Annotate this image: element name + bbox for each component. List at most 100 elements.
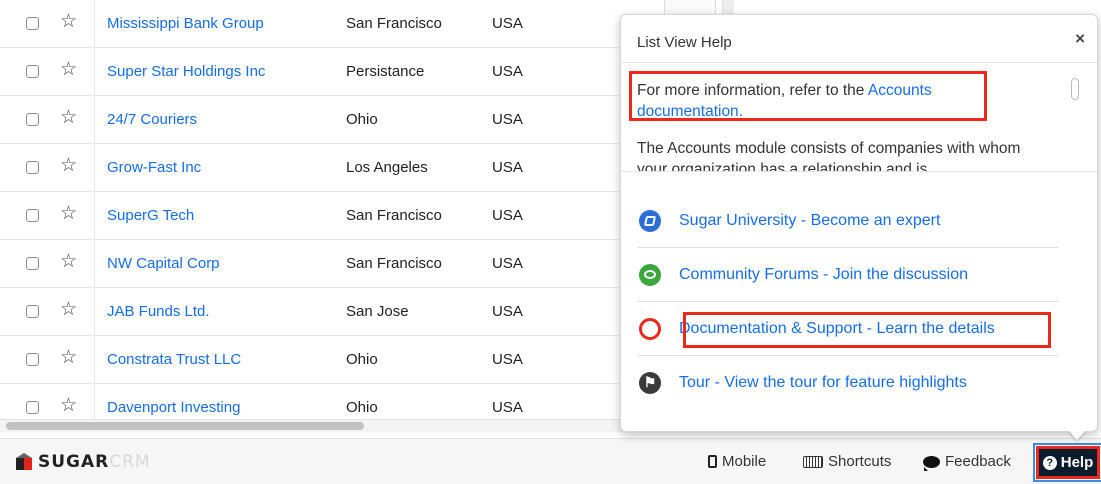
column-divider xyxy=(94,240,95,287)
column-divider xyxy=(94,336,95,383)
logo-cube-icon xyxy=(16,453,32,471)
list-row[interactable]: ☆ SuperG Tech San Francisco USA xyxy=(0,192,640,240)
account-country: USA xyxy=(492,255,523,272)
help-description: The Accounts module consists of companie… xyxy=(637,140,1021,172)
account-country: USA xyxy=(492,159,523,176)
link-label: Documentation & Support - Learn the deta… xyxy=(679,319,995,337)
account-city: Ohio xyxy=(346,399,378,416)
help-intro-text: For more information, refer to the xyxy=(637,82,865,99)
account-country: USA xyxy=(492,63,523,80)
column-divider xyxy=(94,0,95,47)
keyboard-icon xyxy=(803,455,823,468)
column-divider xyxy=(94,48,95,95)
row-checkbox[interactable] xyxy=(26,161,39,174)
tour-icon: ⚑ xyxy=(639,372,661,394)
popover-arrow xyxy=(1068,430,1086,440)
account-name-link[interactable]: 24/7 Couriers xyxy=(107,111,197,128)
account-name-link[interactable]: Constrata Trust LLC xyxy=(107,351,241,368)
book-icon xyxy=(639,209,661,232)
column-divider xyxy=(94,192,95,239)
mobile-button[interactable]: Mobile xyxy=(708,453,766,470)
account-name-link[interactable]: Davenport Investing xyxy=(107,399,240,416)
mobile-label: Mobile xyxy=(722,453,767,470)
account-country: USA xyxy=(492,303,523,320)
favorite-star-icon[interactable]: ☆ xyxy=(60,395,77,417)
favorite-star-icon[interactable]: ☆ xyxy=(60,347,77,369)
account-city: San Jose xyxy=(346,303,409,320)
column-divider xyxy=(94,96,95,143)
favorite-star-icon[interactable]: ☆ xyxy=(60,11,77,33)
account-city: Ohio xyxy=(346,351,378,368)
row-checkbox[interactable] xyxy=(26,65,39,78)
favorite-star-icon[interactable]: ☆ xyxy=(60,299,77,321)
link-label: Community Forums - Join the discussion xyxy=(679,265,968,283)
chat-bubble-icon xyxy=(639,263,661,286)
row-checkbox[interactable] xyxy=(26,401,39,414)
scrollbar-thumb[interactable] xyxy=(6,422,364,430)
popover-header: List View Help × xyxy=(621,15,1097,63)
favorite-star-icon[interactable]: ☆ xyxy=(60,155,77,177)
account-city: San Francisco xyxy=(346,15,442,32)
logo-text-crm: CRM xyxy=(109,452,151,472)
list-row[interactable]: ☆ Super Star Holdings Inc Persistance US… xyxy=(0,48,640,96)
account-country: USA xyxy=(492,351,523,368)
row-checkbox[interactable] xyxy=(26,17,39,30)
column-divider xyxy=(94,288,95,335)
list-row[interactable]: ☆ Constrata Trust LLC Ohio USA xyxy=(0,336,640,384)
account-country: USA xyxy=(492,111,523,128)
shortcuts-label: Shortcuts xyxy=(828,453,892,470)
row-checkbox[interactable] xyxy=(26,305,39,318)
account-name-link[interactable]: NW Capital Corp xyxy=(107,255,220,272)
account-name-link[interactable]: Mississippi Bank Group xyxy=(107,15,264,32)
close-icon[interactable]: × xyxy=(1075,29,1085,49)
account-name-link[interactable]: Super Star Holdings Inc xyxy=(107,63,265,80)
list-row[interactable]: ☆ 24/7 Couriers Ohio USA xyxy=(0,96,640,144)
question-circle-icon: ? xyxy=(1042,455,1057,470)
list-row[interactable]: ☆ Mississippi Bank Group San Francisco U… xyxy=(0,0,640,48)
sugarcrm-logo[interactable]: SUGAR CRM xyxy=(16,452,151,472)
account-country: USA xyxy=(492,207,523,224)
help-body-text: For more information, refer to the Accou… xyxy=(621,64,1097,172)
vertical-scrollbar[interactable] xyxy=(1069,76,1081,171)
info-icon: i xyxy=(639,317,661,340)
chat-bubble-icon xyxy=(923,455,940,471)
favorite-star-icon[interactable]: ☆ xyxy=(60,107,77,129)
link-label: Tour - View the tour for feature highlig… xyxy=(679,374,967,391)
tour-link[interactable]: ⚑ Tour - View the tour for feature highl… xyxy=(637,356,1059,410)
shortcuts-button[interactable]: Shortcuts xyxy=(803,453,891,470)
link-label: Sugar University - Become an expert xyxy=(679,211,941,229)
help-button[interactable]: ? Help xyxy=(1036,446,1100,479)
sugar-university-link[interactable]: Sugar University - Become an expert xyxy=(637,194,1059,248)
row-checkbox[interactable] xyxy=(26,257,39,270)
footer-bar: SUGAR CRM Mobile Shortcuts Feedback ? He… xyxy=(0,438,1101,484)
feedback-label: Feedback xyxy=(945,453,1011,470)
list-row[interactable]: ☆ JAB Funds Ltd. San Jose USA xyxy=(0,288,640,336)
documentation-support-link[interactable]: i Documentation & Support - Learn the de… xyxy=(637,302,1059,356)
community-forums-link[interactable]: Community Forums - Join the discussion xyxy=(637,248,1059,302)
scrollbar-thumb[interactable] xyxy=(1071,78,1079,100)
help-label: Help xyxy=(1060,454,1094,471)
feedback-button[interactable]: Feedback xyxy=(923,453,1011,471)
help-intro: For more information, refer to the Accou… xyxy=(637,80,1037,122)
account-city: San Francisco xyxy=(346,207,442,224)
list-row[interactable]: ☆ Grow-Fast Inc Los Angeles USA xyxy=(0,144,640,192)
account-country: USA xyxy=(492,399,523,416)
list-row[interactable]: ☆ NW Capital Corp San Francisco USA xyxy=(0,240,640,288)
help-popover: List View Help × For more information, r… xyxy=(620,14,1098,432)
account-name-link[interactable]: Grow-Fast Inc xyxy=(107,159,201,176)
logo-text-sugar: SUGAR xyxy=(38,452,110,472)
column-divider xyxy=(94,144,95,191)
row-checkbox[interactable] xyxy=(26,113,39,126)
favorite-star-icon[interactable]: ☆ xyxy=(60,251,77,273)
account-name-link[interactable]: JAB Funds Ltd. xyxy=(107,303,210,320)
row-checkbox[interactable] xyxy=(26,353,39,366)
favorite-star-icon[interactable]: ☆ xyxy=(60,203,77,225)
account-city: Los Angeles xyxy=(346,159,428,176)
account-name-link[interactable]: SuperG Tech xyxy=(107,207,194,224)
account-city: Ohio xyxy=(346,111,378,128)
account-city: Persistance xyxy=(346,63,425,80)
row-checkbox[interactable] xyxy=(26,209,39,222)
horizontal-scrollbar[interactable] xyxy=(0,419,640,432)
favorite-star-icon[interactable]: ☆ xyxy=(60,59,77,81)
account-city: San Francisco xyxy=(346,255,442,272)
